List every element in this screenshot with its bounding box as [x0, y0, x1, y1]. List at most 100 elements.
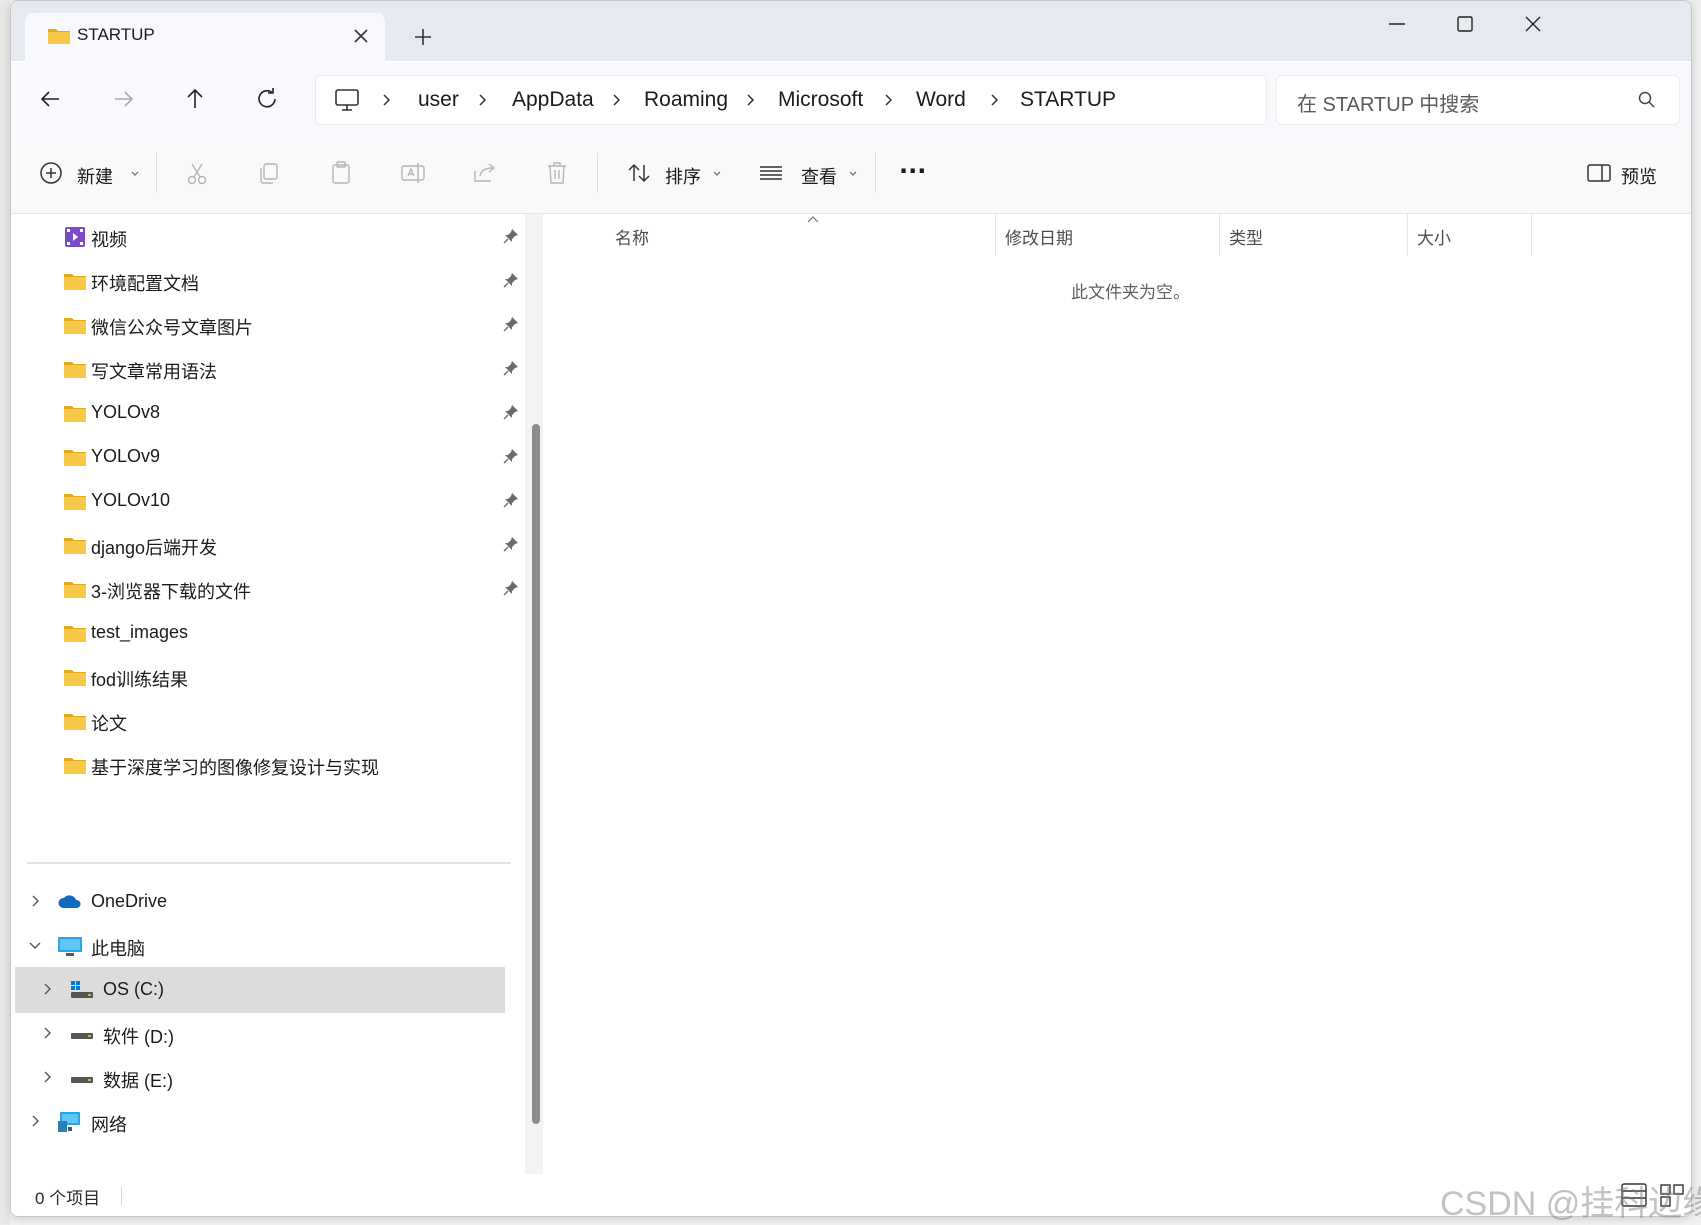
watermark: CSDN @挂科边缘 [1440, 1185, 1701, 1223]
more-options-icon: ··· [899, 157, 927, 185]
pin-icon[interactable] [503, 272, 519, 288]
search-placeholder: 在 STARTUP 中搜索 [1297, 94, 1480, 116]
refresh-button[interactable] [249, 81, 285, 117]
status-separator [121, 1186, 122, 1206]
copy-icon[interactable] [255, 159, 283, 187]
pin-icon[interactable] [503, 448, 519, 464]
breadcrumb-startup[interactable]: STARTUP [1020, 88, 1116, 112]
breadcrumb-word[interactable]: Word [916, 88, 966, 112]
sidebar-tree-item[interactable]: 软件 (D:) [15, 1011, 505, 1057]
pin-icon[interactable] [503, 360, 519, 376]
new-tab-button[interactable] [407, 21, 439, 53]
breadcrumb-appdata[interactable]: AppData [512, 88, 594, 112]
new-label: 新建 [77, 167, 113, 187]
breadcrumb-roaming[interactable]: Roaming [644, 88, 728, 112]
sidebar-item[interactable]: YOLOv9 [11, 434, 531, 480]
folder-icon [63, 446, 87, 468]
close-tab-icon[interactable] [347, 22, 375, 50]
pin-icon[interactable] [503, 492, 519, 508]
breadcrumb-microsoft[interactable]: Microsoft [778, 88, 863, 112]
pin-icon[interactable] [503, 404, 519, 420]
column-type[interactable]: 类型 [1229, 224, 1263, 249]
sidebar-item[interactable]: 写文章常用语法 [11, 346, 531, 392]
folder-icon [63, 314, 87, 336]
column-separator[interactable] [1219, 214, 1220, 256]
sidebar-scrollbar-thumb[interactable] [532, 424, 540, 1124]
maximize-button[interactable] [1439, 9, 1491, 39]
column-header-row: 名称 修改日期 类型 大小 [551, 214, 1691, 256]
breadcrumb-user[interactable]: user [418, 88, 459, 112]
sidebar-item-label: 写文章常用语法 [91, 362, 217, 382]
forward-button[interactable] [105, 81, 141, 117]
tab-startup[interactable]: STARTUP [25, 13, 385, 63]
sidebar-item-label: 论文 [91, 714, 127, 734]
search-icon[interactable] [1637, 90, 1657, 110]
sort-button[interactable]: 排序 [621, 155, 727, 191]
pin-icon[interactable] [503, 580, 519, 596]
file-list-pane: 名称 修改日期 类型 大小 此文件夹为空。 [551, 214, 1691, 1174]
item-count: 0 个项目 [35, 1189, 101, 1208]
column-date-modified[interactable]: 修改日期 [1005, 224, 1073, 249]
sidebar-tree-item[interactable]: 数据 (E:) [15, 1055, 505, 1101]
more-options-button[interactable]: ··· [895, 155, 935, 191]
sidebar-item[interactable]: test_images [11, 610, 531, 656]
column-name[interactable]: 名称 [615, 224, 649, 249]
share-icon[interactable] [471, 159, 499, 187]
column-size[interactable]: 大小 [1417, 224, 1451, 249]
pin-icon[interactable] [503, 228, 519, 244]
sidebar-item[interactable]: 微信公众号文章图片 [11, 302, 531, 348]
chevron-down-icon [847, 168, 859, 180]
chevron-right-icon[interactable] [39, 1069, 55, 1085]
back-button[interactable] [33, 81, 69, 117]
close-window-button[interactable] [1507, 9, 1559, 39]
chevron-right-icon[interactable] [27, 893, 43, 909]
delete-icon[interactable] [543, 159, 571, 187]
search-box[interactable]: 在 STARTUP 中搜索 [1276, 75, 1680, 125]
preview-pane-button[interactable]: 预览 [1585, 155, 1675, 191]
paste-icon[interactable] [327, 159, 355, 187]
sidebar-tree-item[interactable]: 此电脑 [15, 923, 505, 969]
sidebar-tree-item[interactable]: OneDrive [15, 879, 505, 925]
video-folder-icon [63, 226, 87, 248]
sidebar-item[interactable]: YOLOv10 [11, 478, 531, 524]
column-separator[interactable] [995, 214, 996, 256]
toolbar-separator [597, 153, 598, 193]
sidebar-item[interactable]: django后端开发 [11, 522, 531, 568]
navigation-bar: user AppData Roaming Microsoft Word STAR… [11, 63, 1691, 133]
new-button[interactable]: 新建 [33, 155, 143, 191]
folder-icon [63, 710, 87, 732]
chevron-down-icon [711, 168, 723, 180]
column-separator[interactable] [1407, 214, 1408, 256]
cut-icon[interactable] [183, 159, 211, 187]
sidebar-tree-item[interactable]: 网络 [15, 1099, 505, 1145]
sidebar-item[interactable]: 视频 [11, 214, 531, 260]
folder-icon [63, 358, 87, 380]
chevron-right-icon [378, 92, 394, 108]
sidebar-item[interactable]: 论文 [11, 698, 531, 744]
pin-icon[interactable] [503, 536, 519, 552]
sidebar-tree-item[interactable]: OS (C:) [15, 967, 505, 1013]
sidebar-item[interactable]: 基于深度学习的图像修复设计与实现 [11, 742, 531, 788]
sidebar-item-label: 基于深度学习的图像修复设计与实现 [91, 758, 379, 778]
sort-icon [625, 159, 653, 187]
up-button[interactable] [177, 81, 213, 117]
chevron-right-icon[interactable] [39, 981, 55, 997]
address-bar[interactable]: user AppData Roaming Microsoft Word STAR… [315, 75, 1267, 125]
status-bar: 0 个项目 [11, 1174, 1691, 1216]
chevron-right-icon[interactable] [39, 1025, 55, 1041]
sidebar-item-label: YOLOv10 [91, 490, 171, 510]
view-button[interactable]: 查看 [753, 155, 863, 191]
chevron-down-icon[interactable] [27, 937, 43, 953]
pin-icon[interactable] [503, 316, 519, 332]
sidebar-item[interactable]: 3-浏览器下载的文件 [11, 566, 531, 612]
list-view-icon [757, 159, 785, 187]
chevron-right-icon[interactable] [27, 1113, 43, 1129]
column-separator[interactable] [1531, 214, 1532, 256]
rename-icon[interactable] [399, 159, 427, 187]
chevron-right-icon [986, 92, 1002, 108]
minimize-button[interactable] [1371, 9, 1423, 39]
chevron-right-icon [880, 92, 896, 108]
sidebar-item[interactable]: fod训练结果 [11, 654, 531, 700]
sidebar-item[interactable]: YOLOv8 [11, 390, 531, 436]
sidebar-item[interactable]: 环境配置文档 [11, 258, 531, 304]
